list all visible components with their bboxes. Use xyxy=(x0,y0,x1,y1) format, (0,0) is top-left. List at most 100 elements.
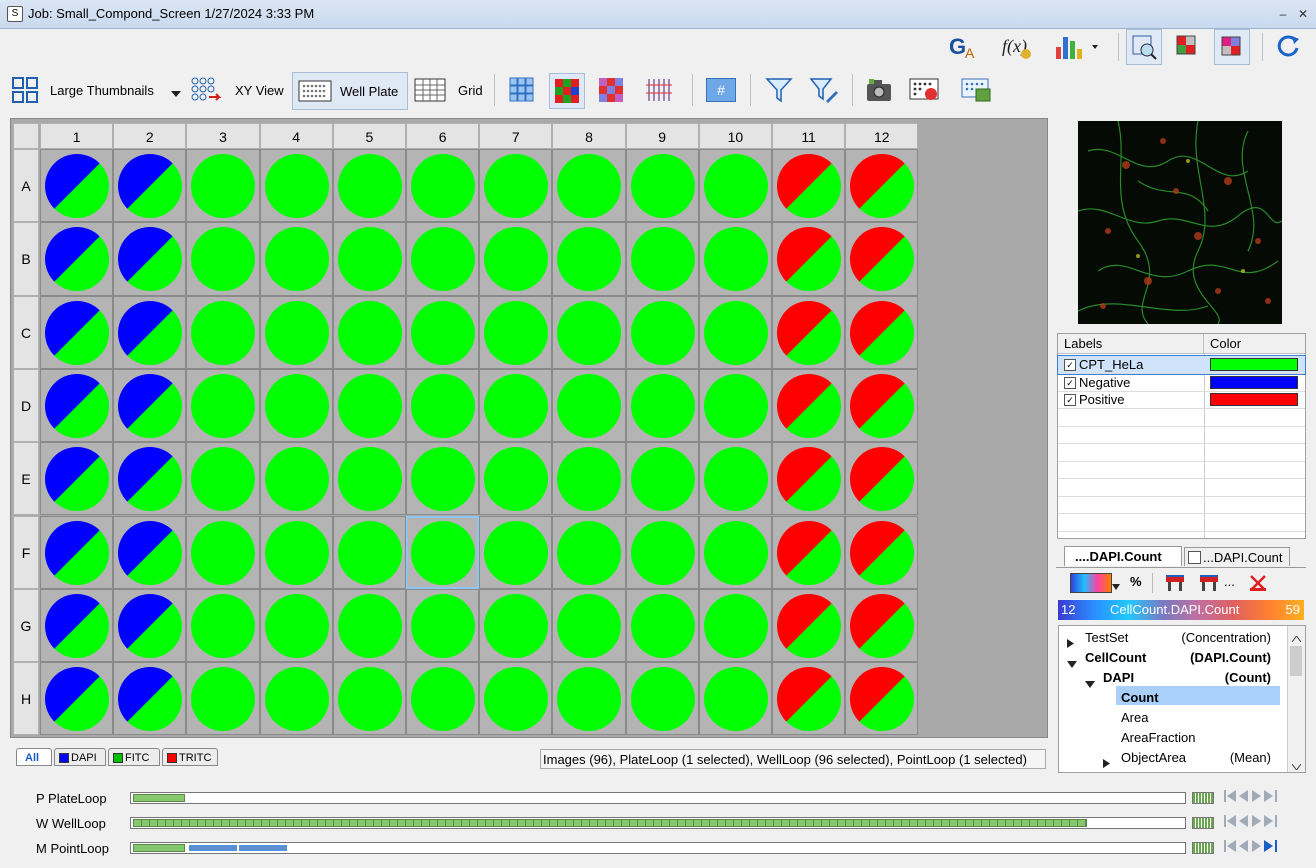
plate-export-icon[interactable] xyxy=(960,73,994,107)
row-header-G[interactable]: G xyxy=(13,588,39,663)
refresh-icon[interactable] xyxy=(1272,29,1306,63)
heatmap-icon[interactable] xyxy=(1170,29,1204,63)
well-B6[interactable] xyxy=(406,222,480,296)
tree-item[interactable]: Area xyxy=(1059,708,1287,727)
well-F7[interactable] xyxy=(479,515,553,589)
well-F1[interactable] xyxy=(40,515,114,589)
well-B10[interactable] xyxy=(698,222,772,296)
tree-item[interactable]: Count xyxy=(1059,688,1287,707)
well-F6[interactable] xyxy=(406,515,480,589)
well-A5[interactable] xyxy=(332,149,406,223)
well-A3[interactable] xyxy=(186,149,260,223)
well-D10[interactable] xyxy=(698,368,772,443)
well-G8[interactable] xyxy=(552,588,626,663)
well-B3[interactable] xyxy=(186,222,260,296)
well-E8[interactable] xyxy=(552,442,626,516)
well-F4[interactable] xyxy=(259,515,333,589)
column-header-4[interactable]: 4 xyxy=(259,123,333,149)
row-header-E[interactable]: E xyxy=(13,442,39,516)
well-G2[interactable] xyxy=(113,588,187,663)
tree-scrollbar[interactable] xyxy=(1287,626,1305,772)
well-G9[interactable] xyxy=(625,588,699,663)
well-F5[interactable] xyxy=(332,515,406,589)
column-header-12[interactable]: 12 xyxy=(845,123,919,149)
column-header-2[interactable]: 2 xyxy=(113,123,187,149)
number-display-button[interactable]: # xyxy=(704,73,738,107)
scroll-up-icon[interactable] xyxy=(1291,630,1302,645)
well-A2[interactable] xyxy=(113,149,187,223)
minimize-button[interactable]: – xyxy=(1276,7,1290,21)
labels-column-header[interactable]: Labels xyxy=(1058,334,1204,354)
tree-item[interactable]: AreaFraction xyxy=(1059,728,1287,747)
loop-track[interactable] xyxy=(130,817,1186,829)
well-E5[interactable] xyxy=(332,442,406,516)
well-F12[interactable] xyxy=(845,515,919,589)
well-H4[interactable] xyxy=(259,662,333,736)
well-H12[interactable] xyxy=(845,662,919,736)
channel-tab-fitc[interactable]: FITC xyxy=(108,748,160,766)
loop-ticks-icon[interactable] xyxy=(1192,792,1214,804)
tile-view-icon[interactable] xyxy=(505,73,539,107)
row-header-D[interactable]: D xyxy=(13,368,39,443)
channel-composite-icon[interactable] xyxy=(549,73,585,109)
color-map-icon[interactable] xyxy=(1070,573,1112,593)
plate-select-icon[interactable] xyxy=(908,73,942,107)
loop-selection[interactable] xyxy=(133,794,185,802)
row-header-H[interactable]: H xyxy=(13,662,39,736)
well-B11[interactable] xyxy=(772,222,846,296)
column-header-6[interactable]: 6 xyxy=(406,123,480,149)
large-thumbnails-icon[interactable] xyxy=(8,73,42,107)
well-E6[interactable] xyxy=(406,442,480,516)
well-G10[interactable] xyxy=(698,588,772,663)
label-color-swatch[interactable] xyxy=(1210,375,1298,389)
well-F3[interactable] xyxy=(186,515,260,589)
loop-ticks-icon[interactable] xyxy=(1192,817,1214,829)
view-mode-label[interactable]: Large Thumbnails xyxy=(50,83,154,98)
well-B8[interactable] xyxy=(552,222,626,296)
loop-selection[interactable] xyxy=(133,844,185,852)
label-checkbox[interactable]: ✓ xyxy=(1064,359,1076,371)
well-C3[interactable] xyxy=(186,295,260,369)
label-color-swatch[interactable] xyxy=(1210,393,1298,406)
well-H1[interactable] xyxy=(40,662,114,736)
column-header-11[interactable]: 11 xyxy=(772,123,846,149)
well-B1[interactable] xyxy=(40,222,114,296)
well-C1[interactable] xyxy=(40,295,114,369)
grid-icon[interactable] xyxy=(413,73,447,107)
tree-item[interactable]: CellCount (DAPI.Count) xyxy=(1059,648,1287,668)
well-B4[interactable] xyxy=(259,222,333,296)
well-E9[interactable] xyxy=(625,442,699,516)
tab-dapi-count-1[interactable]: ....DAPI.Count xyxy=(1064,546,1182,566)
well-G4[interactable] xyxy=(259,588,333,663)
channel-tab-all[interactable]: All xyxy=(16,748,52,766)
well-G6[interactable] xyxy=(406,588,480,663)
xy-view-label[interactable]: XY View xyxy=(235,83,284,98)
well-C9[interactable] xyxy=(625,295,699,369)
expand-arrow-icon[interactable] xyxy=(1103,754,1110,772)
well-B9[interactable] xyxy=(625,222,699,296)
loop-track[interactable] xyxy=(130,792,1186,804)
well-D3[interactable] xyxy=(186,368,260,443)
loop-point-segment[interactable] xyxy=(239,845,287,851)
well-A12[interactable] xyxy=(845,149,919,223)
well-H9[interactable] xyxy=(625,662,699,736)
well-F8[interactable] xyxy=(552,515,626,589)
well-D6[interactable] xyxy=(406,368,480,443)
well-F10[interactable] xyxy=(698,515,772,589)
well-G12[interactable] xyxy=(845,588,919,663)
label-row[interactable]: ✓ Positive xyxy=(1058,391,1305,409)
well-E7[interactable] xyxy=(479,442,553,516)
well-H2[interactable] xyxy=(113,662,187,736)
more-options[interactable]: ... xyxy=(1224,574,1235,589)
well-C12[interactable] xyxy=(845,295,919,369)
well-E10[interactable] xyxy=(698,442,772,516)
channel-tab-tritc[interactable]: TRITC xyxy=(162,748,218,766)
well-G3[interactable] xyxy=(186,588,260,663)
well-C2[interactable] xyxy=(113,295,187,369)
well-C6[interactable] xyxy=(406,295,480,369)
loop-track[interactable] xyxy=(130,842,1186,854)
well-B5[interactable] xyxy=(332,222,406,296)
well-A10[interactable] xyxy=(698,149,772,223)
well-E2[interactable] xyxy=(113,442,187,516)
well-D8[interactable] xyxy=(552,368,626,443)
